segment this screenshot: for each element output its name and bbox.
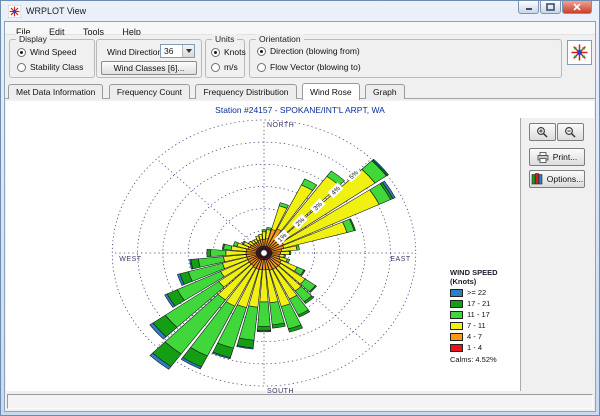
wind-directions-value: 36	[161, 45, 182, 57]
wind-directions-groupbox: Wind Directions: 36 Wind Classes [6]...	[96, 39, 202, 78]
window-title: WRPLOT View	[26, 6, 86, 16]
direction-radio-label: Direction (blowing from)	[270, 46, 360, 56]
wind-rose-icon	[570, 43, 589, 62]
legend-label-7-11: 7 - 11	[467, 321, 486, 330]
legend-units: (Knots)	[450, 278, 516, 287]
minimize-icon	[525, 4, 533, 11]
legend-swatch-11-17	[450, 311, 463, 319]
options-toolbar: Display Wind Speed Stability Class Wind …	[5, 35, 595, 81]
maximize-button[interactable]	[540, 1, 561, 14]
wind-speed-radio-label: Wind Speed	[30, 47, 76, 57]
wind-rose-chart: 1%2%3%4%5%NORTHEASTSOUTHWEST	[6, 118, 520, 398]
tab-graph[interactable]: Graph	[365, 84, 405, 99]
side-panel: Print... Options...	[520, 118, 594, 391]
radio-ms[interactable]: m/s	[211, 62, 238, 72]
options-button[interactable]: Options...	[529, 170, 585, 188]
tab-met-data-information[interactable]: Met Data Information	[8, 84, 103, 99]
station-title: Station #24157 - SPOKANE/INT'L ARPT, WA	[6, 101, 594, 118]
legend-swatch-ge22	[450, 289, 463, 297]
ms-radio[interactable]	[211, 63, 220, 72]
radio-knots[interactable]: Knots	[211, 47, 246, 57]
app-window: WRPLOT View File Edit Tools Help	[0, 0, 600, 416]
legend-label-17-21: 17 - 21	[467, 299, 490, 308]
wind-speed-radio[interactable]	[17, 48, 26, 57]
legend-item: 1 - 4	[450, 343, 516, 352]
legend-calms: Calms: 4.52%	[450, 355, 516, 364]
close-icon	[573, 3, 581, 11]
legend-item: 11 - 17	[450, 310, 516, 319]
units-groupbox: Units Knots m/s	[205, 39, 245, 78]
options-icon	[531, 173, 543, 185]
zoom-out-button[interactable]	[557, 123, 584, 141]
direction-radio[interactable]	[257, 47, 266, 56]
print-button[interactable]: Print...	[529, 148, 585, 166]
legend-swatch-4-7	[450, 333, 463, 341]
close-button[interactable]	[562, 1, 592, 14]
wind-directions-select[interactable]: 36	[160, 44, 195, 58]
status-bar	[7, 394, 593, 409]
zoom-out-icon	[564, 126, 577, 139]
legend-label-11-17: 11 - 17	[467, 310, 490, 319]
dropdown-arrow-icon[interactable]	[182, 45, 194, 57]
legend-item: 4 - 7	[450, 332, 516, 341]
units-group-title: Units	[212, 34, 237, 44]
legend-swatch-17-21	[450, 300, 463, 308]
knots-radio[interactable]	[211, 48, 220, 57]
radio-direction-blowing-from[interactable]: Direction (blowing from)	[257, 46, 360, 56]
legend-label-4-7: 4 - 7	[467, 332, 482, 341]
minimize-button[interactable]	[518, 1, 539, 14]
svg-text:EAST: EAST	[390, 256, 411, 263]
wind-classes-button[interactable]: Wind Classes [6]...	[101, 61, 197, 75]
printer-icon	[537, 152, 549, 163]
legend-swatch-7-11	[450, 322, 463, 330]
display-group-title: Display	[16, 34, 50, 44]
tab-bar: Met Data Information Frequency Count Fre…	[5, 81, 595, 99]
radio-stability-class[interactable]: Stability Class	[17, 62, 83, 72]
plot-client-area: Station #24157 - SPOKANE/INT'L ARPT, WA …	[6, 101, 594, 391]
maximize-icon	[546, 3, 555, 11]
ms-radio-label: m/s	[224, 62, 238, 72]
print-button-label: Print...	[553, 152, 578, 162]
radio-flow-vector[interactable]: Flow Vector (blowing to)	[257, 62, 361, 72]
legend-item: >= 22	[450, 288, 516, 297]
zoom-in-button[interactable]	[529, 123, 556, 141]
tab-frequency-count[interactable]: Frequency Count	[109, 84, 190, 99]
legend-item: 17 - 21	[450, 299, 516, 308]
orientation-group-title: Orientation	[256, 34, 304, 44]
knots-radio-label: Knots	[224, 47, 246, 57]
wind-rose-toolbar-button[interactable]	[567, 40, 592, 65]
window-body: File Edit Tools Help Display Wind Speed …	[4, 21, 596, 412]
title-bar: WRPLOT View	[1, 1, 599, 21]
orientation-groupbox: Orientation Direction (blowing from) Flo…	[249, 39, 562, 78]
tab-wind-rose[interactable]: Wind Rose	[302, 83, 360, 100]
legend-item: 7 - 11	[450, 321, 516, 330]
radio-wind-speed[interactable]: Wind Speed	[17, 47, 76, 57]
app-icon	[8, 5, 21, 18]
stability-class-radio-label: Stability Class	[30, 62, 83, 72]
wind-speed-legend: WIND SPEED (Knots) >= 22 17 - 21 11 - 17…	[450, 269, 516, 364]
legend-label-1-4: 1 - 4	[467, 343, 482, 352]
flow-vector-radio-label: Flow Vector (blowing to)	[270, 62, 361, 72]
display-groupbox: Display Wind Speed Stability Class	[9, 39, 95, 78]
options-button-label: Options...	[547, 174, 583, 184]
stability-class-radio[interactable]	[17, 63, 26, 72]
svg-text:NORTH: NORTH	[267, 122, 294, 129]
svg-text:WEST: WEST	[119, 256, 141, 263]
legend-label-ge22: >= 22	[467, 288, 486, 297]
flow-vector-radio[interactable]	[257, 63, 266, 72]
legend-swatch-1-4	[450, 344, 463, 352]
zoom-in-icon	[536, 126, 549, 139]
tab-frequency-distribution[interactable]: Frequency Distribution	[195, 84, 296, 99]
